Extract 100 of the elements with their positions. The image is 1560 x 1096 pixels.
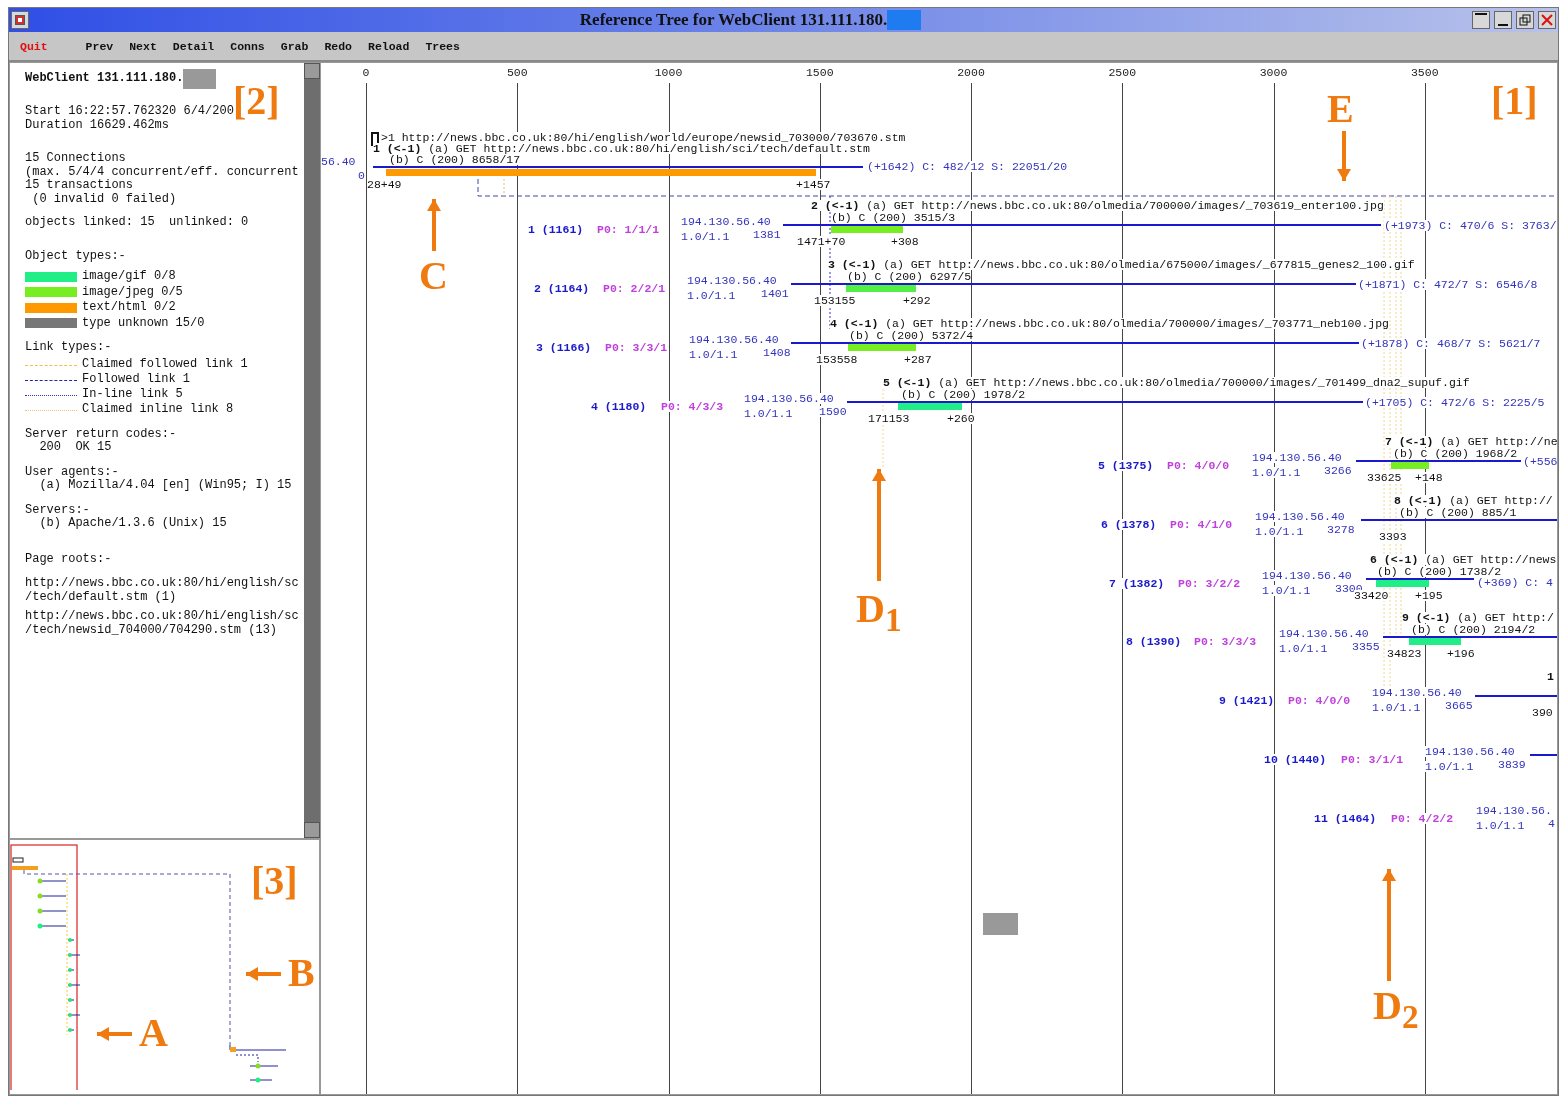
connection-label: 5 (1375)	[1098, 460, 1154, 471]
connection-label: 8 (1390)	[1126, 636, 1182, 647]
host-text: 194.130.56.40	[681, 216, 771, 227]
annotation-label: [2]	[233, 81, 280, 121]
close-button[interactable]	[1538, 11, 1556, 29]
protocol-version: 1.0/1.1	[1255, 526, 1304, 537]
time-label: 28+49	[367, 179, 402, 190]
request-text: 7 (<-1) (a) GET http://ne	[1385, 436, 1557, 447]
transfer-summary: (+1705) C: 472/6 S: 2225/5	[1365, 397, 1545, 408]
pages-count: P0: 2/2/1	[603, 283, 666, 294]
start-time: 1381	[753, 229, 781, 240]
response-text: (b) C (200) 2194/2	[1411, 624, 1536, 635]
pages-count: P0: 4/0/0	[1288, 695, 1351, 706]
start-time: 3355	[1352, 641, 1380, 652]
time-label: +260	[947, 413, 975, 424]
menu-item[interactable]: Next	[129, 39, 157, 53]
start-time: 0	[358, 170, 365, 181]
scrollbar[interactable]	[304, 63, 320, 838]
protocol-version: 1.0/1.1	[1425, 761, 1474, 772]
time-label: +287	[904, 354, 932, 365]
time-label: 33625	[1367, 472, 1402, 483]
shade-button[interactable]	[1472, 11, 1490, 29]
section-heading: Server return codes:-	[25, 427, 178, 441]
protocol-version: 1.0/1.1	[1252, 467, 1301, 478]
response-text: (b) C (200) 885/1	[1399, 507, 1517, 518]
annotation-label: [3]	[251, 861, 298, 901]
response-text: (b) C (200) 6297/5	[847, 271, 972, 282]
time-label: 153558	[816, 354, 858, 365]
time-label: 171153	[868, 413, 910, 424]
summary-text: (max. 5/4/4 concurrent/eff. concurrent	[25, 165, 300, 179]
time-label: +292	[903, 295, 931, 306]
time-label: 34823	[1387, 648, 1422, 659]
axis-label: 1000	[654, 67, 683, 78]
transfer-summary: (+556	[1523, 456, 1557, 467]
annotation-label: D$_{1}$	[856, 589, 902, 640]
menu-item[interactable]: Prev	[85, 39, 114, 53]
pages-count: P0: 3/3/1	[605, 342, 668, 353]
annotation-label: A	[139, 1013, 168, 1053]
protocol-version: 1.0/1.1	[687, 290, 736, 301]
annotation-label: E	[1327, 89, 1354, 129]
axis-label: 2000	[957, 67, 985, 78]
summary-text: (a) Mozilla/4.04 [en] (Win95; I) 15	[38, 479, 293, 493]
legend-label: Followed link 1	[82, 373, 191, 387]
transfer-summary: (+369) C: 4	[1477, 577, 1553, 588]
request-text: 1 (<-1) (a) GET http://news.bbc.co.uk:80/hi/english/sci/tech/default.stm	[373, 143, 870, 154]
menu-item[interactable]: Grab	[280, 39, 309, 53]
close-icon	[1541, 14, 1553, 26]
legend-label: text/html 0/2	[82, 301, 176, 315]
legend-label: In-line link 5	[82, 388, 183, 402]
legend-label: type unknown 15/0	[82, 316, 205, 330]
menu-item[interactable]: Trees	[425, 39, 460, 53]
axis-label: 1500	[805, 67, 834, 78]
annotation-arrow	[97, 1027, 132, 1041]
menu-item[interactable]: Detail	[172, 39, 215, 53]
menu-item[interactable]: Redo	[324, 39, 352, 53]
start-time: 4	[1548, 818, 1555, 829]
request-text: 6 (<-1) (a) GET http://news	[1370, 554, 1557, 565]
request-text: 1	[1547, 671, 1554, 682]
connection-label: 4 (1180)	[591, 401, 647, 412]
transfer-summary: (+1642) C: 482/12 S: 22051/20	[867, 161, 1068, 172]
legend-label: image/jpeg 0/5	[82, 285, 183, 299]
menu-item[interactable]: Reload	[368, 39, 410, 53]
connection-label: 10 (1440)	[1264, 754, 1327, 765]
connection-label: 1 (1161)	[528, 224, 584, 235]
host-text: 194.130.56.40	[687, 275, 777, 286]
request-text: 9 (<-1) (a) GET http:/	[1402, 612, 1554, 623]
response-text: (b) C (200) 1978/2	[901, 389, 1026, 400]
annotation-label: C	[419, 256, 448, 296]
minimize-button[interactable]	[1494, 11, 1512, 29]
pages-count: P0: 3/2/2	[1178, 578, 1241, 589]
maximize-button[interactable]	[1516, 11, 1534, 29]
pages-count: P0: 4/2/2	[1391, 813, 1454, 824]
annotation-label: B	[288, 953, 315, 993]
scroll-up-button[interactable]	[304, 63, 320, 79]
annotation-arrow	[427, 199, 441, 251]
connection-label: 7 (1382)	[1109, 578, 1165, 589]
pages-count: P0: 4/1/0	[1170, 519, 1233, 530]
time-label: +148	[1415, 472, 1443, 483]
time-label: 33420	[1354, 590, 1389, 601]
host-text: 194.130.56.40	[1252, 452, 1342, 463]
redaction-block	[183, 69, 217, 89]
time-label: 1471+70	[797, 236, 846, 247]
scroll-down-button[interactable]	[304, 822, 320, 838]
time-label: +196	[1447, 648, 1475, 659]
section-heading: Link types:-	[25, 341, 113, 355]
host-text: 194.130.56.40	[1262, 570, 1352, 581]
axis-label: 3500	[1410, 67, 1439, 78]
section-heading: Page roots:-	[25, 552, 113, 566]
summary-text: 15 transactions	[25, 179, 135, 193]
response-text: (b) C (200) 1738/2	[1377, 566, 1502, 577]
summary-text: (0 invalid 0 failed)	[31, 192, 178, 206]
start-time: 1590	[819, 406, 847, 417]
menu-item[interactable]: Conns	[230, 39, 265, 53]
host-text: 194.130.56.40	[1425, 746, 1515, 757]
protocol-version: 1.0/1.1	[1476, 820, 1525, 831]
protocol-version: 1.0/1.1	[689, 349, 738, 360]
start-time: 3278	[1327, 524, 1355, 535]
time-label: +1457	[796, 179, 831, 190]
window-menu-button[interactable]	[11, 11, 29, 29]
connection-label: 11 (1464)	[1314, 813, 1377, 824]
